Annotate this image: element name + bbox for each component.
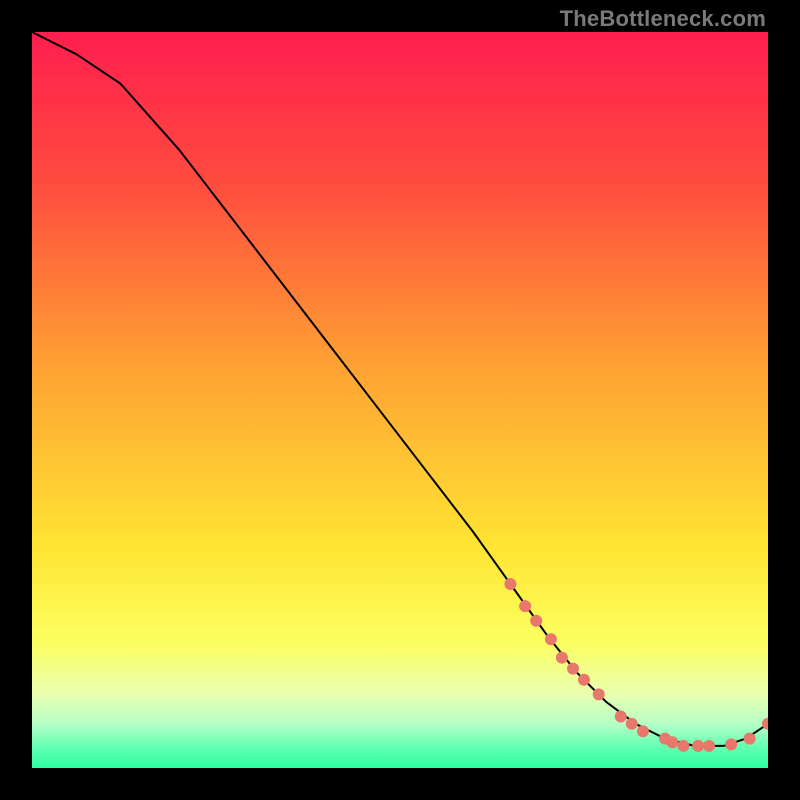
marker-point [567,663,579,675]
watermark-text: TheBottleneck.com [560,6,766,32]
marker-point [666,736,678,748]
curve-layer [32,32,768,768]
marker-point [677,740,689,752]
marker-point [578,674,590,686]
marker-point [725,738,737,750]
marker-point [519,600,531,612]
plot-area [32,32,768,768]
marker-point [556,652,568,664]
marker-point [637,725,649,737]
marker-point [504,578,516,590]
bottleneck-curve [32,32,768,746]
marker-point [593,688,605,700]
highlight-points [504,578,768,752]
marker-point [692,740,704,752]
marker-point [530,615,542,627]
chart-stage: TheBottleneck.com [0,0,800,800]
marker-point [703,740,715,752]
marker-point [744,733,756,745]
marker-point [626,718,638,730]
marker-point [545,633,557,645]
marker-point [615,711,627,723]
